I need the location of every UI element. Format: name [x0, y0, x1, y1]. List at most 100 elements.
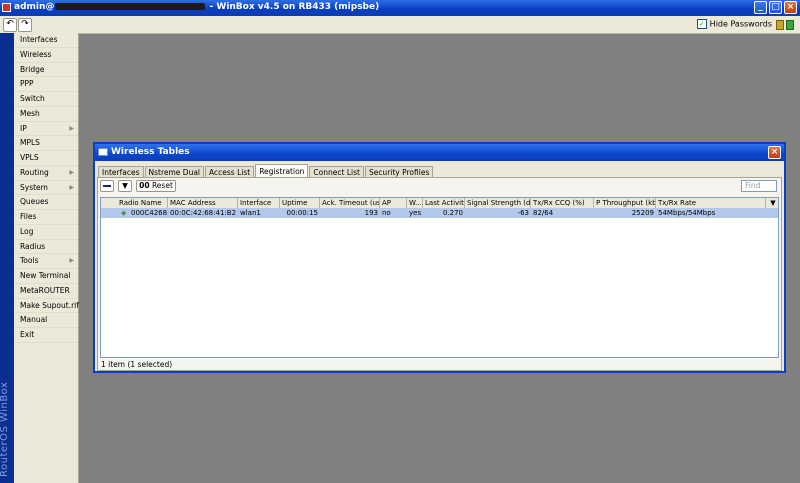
hide-passwords-checkbox[interactable]: ✓ Hide Passwords: [696, 19, 772, 29]
minus-icon: [103, 184, 111, 187]
menu-item-label: Log: [20, 226, 34, 236]
checkbox-check-icon: ✓: [696, 19, 707, 29]
menu-item-ip[interactable]: IP ▶: [14, 122, 78, 137]
menu-item-label: Radius: [20, 241, 46, 251]
menu-item-switch[interactable]: Switch: [14, 92, 78, 107]
redo-icon: ↷: [21, 19, 29, 29]
unlock-icon: [786, 20, 794, 30]
wireless-tables-close-button[interactable]: ×: [768, 146, 781, 159]
menu-item-vpls[interactable]: VPLS: [14, 151, 78, 166]
menu-item-wireless[interactable]: Wireless: [14, 48, 78, 63]
menu-item-label: VPLS: [20, 153, 39, 162]
column-header-mac-address[interactable]: MAC Address: [168, 198, 238, 208]
cell-radio-name: 000C4268...: [131, 209, 168, 217]
cell-last-activit: 0.270: [442, 209, 463, 217]
menu-item-mpls[interactable]: MPLS: [14, 136, 78, 151]
submenu-arrow-icon: ▶: [69, 168, 74, 176]
menu-item-label: Routing: [20, 167, 49, 177]
menu-item-metarouter[interactable]: MetaROUTER: [14, 284, 78, 299]
column-chooser-icon[interactable]: ▼: [768, 198, 778, 208]
menu-item-label: Wireless: [20, 49, 52, 59]
cell-ap: no: [382, 209, 391, 217]
menu-item-label: IP: [20, 123, 27, 133]
menu-item-label: MPLS: [20, 138, 40, 148]
wireless-tables-window: Wireless Tables × Interfaces Nstreme Dual…: [93, 142, 786, 373]
registration-table: Radio Name MAC Address Interface Uptime Ack.…: [100, 197, 779, 358]
cell-tx-rx-ccq: 82/64: [533, 209, 554, 217]
redacted-address: [55, 3, 206, 10]
column-header-signal-strength-dbm[interactable]: Signal Strength (dBm): [465, 198, 531, 208]
cell-tx-rx-rate: 54Mbps/54Mbps: [658, 209, 716, 217]
menu-item-mesh[interactable]: Mesh: [14, 107, 78, 122]
menu-item-bridge[interactable]: Bridge: [14, 63, 78, 78]
filter-icon: ▼: [122, 181, 128, 190]
cell-w: yes: [409, 209, 422, 217]
remove-button[interactable]: [100, 180, 114, 192]
menu-item-label: Tools: [20, 256, 39, 266]
wireless-tabs: Interfaces Nstreme Dual Access List Registr…: [98, 164, 434, 179]
minimize-button[interactable]: _: [754, 1, 767, 14]
column-header-ack-timeout-us[interactable]: Ack. Timeout (us): [320, 198, 380, 208]
menu-item-label: Exit: [20, 330, 35, 339]
undo-button[interactable]: ↶: [3, 18, 17, 32]
registration-panel: ▼ 00 Reset Find Radio Name MAC Address Int…: [97, 177, 782, 371]
column-header-interface[interactable]: Interface: [238, 198, 280, 208]
cell-signal-strength-dbm: -63: [517, 209, 529, 217]
menu-item-label: Queues: [20, 197, 49, 207]
menu-item-interfaces[interactable]: Interfaces: [14, 33, 78, 48]
column-header-uptime[interactable]: Uptime: [280, 198, 320, 208]
menu-item-label: Bridge: [20, 64, 45, 74]
menu-item-label: Switch: [20, 94, 45, 103]
submenu-arrow-icon: ▶: [69, 257, 74, 265]
menu-item-label: System: [20, 182, 48, 192]
cell-p-throughput-kb: 25209: [631, 209, 654, 217]
wireless-tables-title: Wireless Tables: [111, 147, 190, 157]
menu-item-label: Files: [20, 212, 37, 221]
menu-item-routing[interactable]: Routing ▶: [14, 166, 78, 181]
hide-passwords-label: Hide Passwords: [709, 19, 772, 29]
redo-button[interactable]: ↷: [18, 18, 32, 32]
menu-item-radius[interactable]: Radius: [14, 240, 78, 255]
registration-toolbar: ▼ 00 Reset Find: [98, 178, 781, 195]
cell-uptime: 00:00:15: [286, 209, 318, 217]
reset-button[interactable]: 00 Reset: [136, 180, 176, 192]
main-toolbar: ↶ ↷ ✓ Hide Passwords: [0, 16, 800, 34]
column-header-tx-rx-rate[interactable]: Tx/Rx Rate: [656, 198, 766, 208]
maximize-button[interactable]: □: [769, 1, 782, 14]
menu-item-make-supout-rif[interactable]: Make Supout.rif: [14, 299, 79, 314]
column-header-p-throughput-kb[interactable]: P Throughput (kb...: [594, 198, 656, 208]
column-header-ap[interactable]: AP: [380, 198, 407, 208]
column-header-tx-rx-ccq[interactable]: Tx/Rx CCQ (%): [531, 198, 594, 208]
column-header-w[interactable]: W...: [407, 198, 423, 208]
main-title-bar[interactable]: admin@ - WinBox v4.5 on RB433 (mipsbe) _…: [0, 0, 800, 16]
menu-item-label: MetaROUTER: [20, 285, 70, 295]
menu-item-queues[interactable]: Queues: [14, 195, 78, 210]
menu-item-new-terminal[interactable]: New Terminal: [14, 269, 78, 284]
menu-item-system[interactable]: System ▶: [14, 181, 78, 196]
wireless-tables-title-bar[interactable]: Wireless Tables ×: [95, 144, 784, 161]
column-header-radio-name[interactable]: Radio Name: [117, 198, 168, 208]
menu-item-manual[interactable]: Manual: [14, 313, 78, 328]
menu-item-label: Manual: [20, 315, 48, 325]
main-menu: Interfaces Wireless Bridge PPP Switch Mesh IP ▶…: [14, 33, 79, 483]
column-header-last-activit[interactable]: Last Activit...: [423, 198, 465, 208]
cell-mac-address: 00:0C:42:68:41:B2: [170, 209, 237, 217]
menu-item-ppp[interactable]: PPP: [14, 77, 78, 92]
filter-button[interactable]: ▼: [118, 180, 132, 192]
menu-item-label: New Terminal: [20, 271, 71, 280]
menu-item-files[interactable]: Files: [14, 210, 78, 225]
menu-item-tools[interactable]: Tools ▶: [14, 254, 78, 269]
menu-item-label: Make Supout.rif: [20, 300, 79, 310]
submenu-arrow-icon: ▶: [69, 183, 74, 191]
main-window-title: admin@ - WinBox v4.5 on RB433 (mipsbe): [14, 2, 380, 12]
table-row[interactable]: ◈ 000C4268...00:0C:42:68:41:B2wlan1 00:00:…: [101, 208, 778, 218]
winbox-app-icon: [2, 3, 11, 12]
window-icon: [98, 148, 108, 156]
menu-item-exit[interactable]: Exit: [14, 328, 78, 343]
close-button[interactable]: ×: [784, 1, 797, 14]
submenu-arrow-icon: ▶: [69, 124, 74, 132]
undo-icon: ↶: [6, 19, 14, 29]
menu-item-log[interactable]: Log: [14, 225, 78, 240]
menu-item-label: Interfaces: [20, 35, 58, 44]
find-input[interactable]: Find: [741, 180, 777, 192]
